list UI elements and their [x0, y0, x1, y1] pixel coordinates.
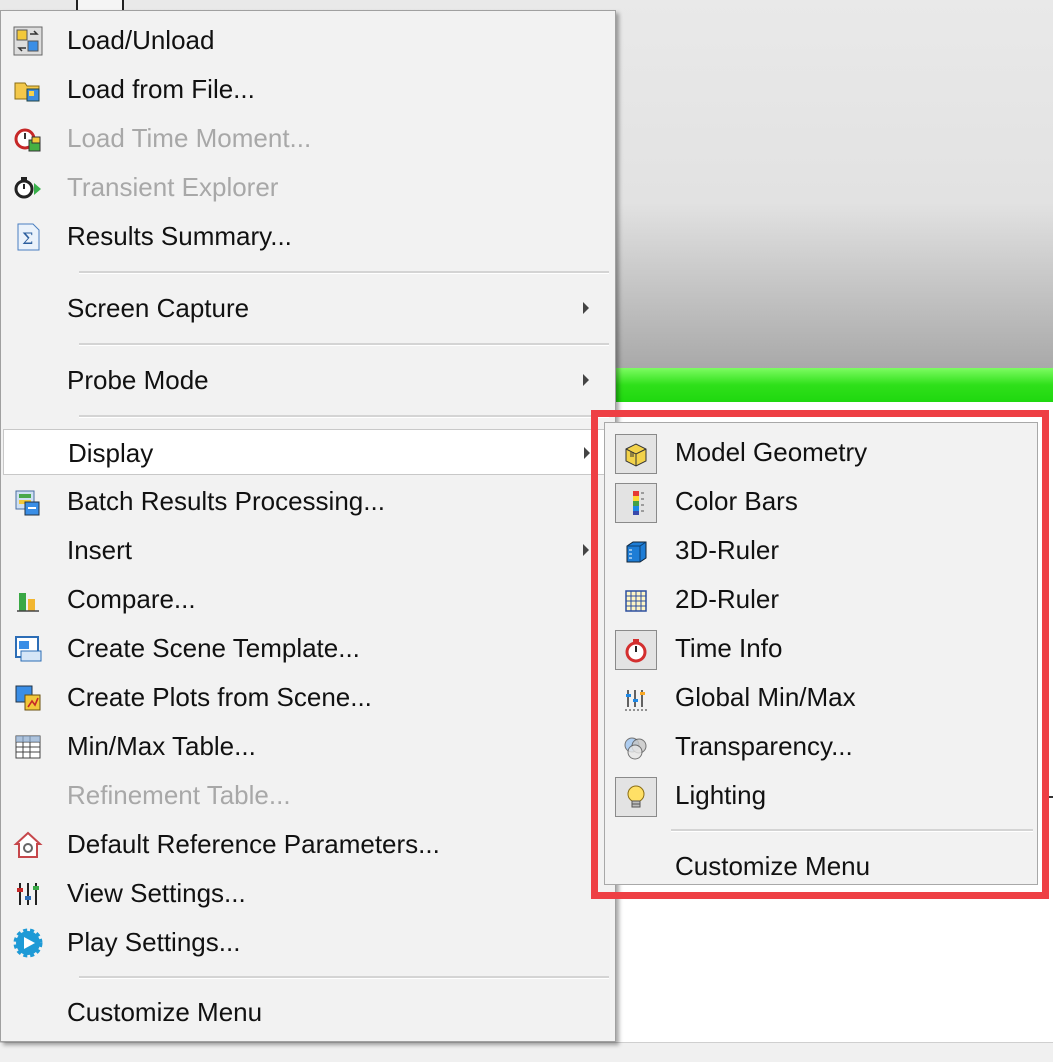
menu-item-min-max-table[interactable]: Min/Max Table...: [3, 723, 611, 769]
menu-item-probe-mode[interactable]: Probe Mode: [3, 357, 611, 403]
menu-item-label: Screen Capture: [67, 293, 250, 323]
submenu-arrow-icon: [583, 544, 589, 556]
color-bars-icon: [615, 483, 657, 523]
menu-item-label: Play Settings...: [67, 927, 241, 957]
menu-item-screen-capture[interactable]: Screen Capture: [3, 285, 611, 331]
submenu-item-label: Global Min/Max: [675, 682, 856, 712]
submenu-item-label: 2D-Ruler: [675, 584, 780, 614]
menu-separator: [79, 343, 609, 346]
submenu-item-label: Transparency...: [675, 731, 853, 761]
plots-from-scene-icon: [13, 683, 43, 713]
menu-item-label: Load Time Moment...: [67, 123, 312, 153]
submenu-item-transparency[interactable]: Transparency...: [605, 723, 1037, 769]
menu-item-label: Default Reference Parameters...: [67, 829, 440, 859]
menu-item-play-settings[interactable]: Play Settings...: [3, 919, 611, 965]
submenu-item-label: Lighting: [675, 780, 767, 810]
transient-explorer-icon: [13, 173, 43, 203]
submenu-separator: [671, 829, 1033, 832]
submenu-item-3d-ruler[interactable]: 3D-Ruler: [605, 527, 1037, 573]
submenu-item-label: Time Info: [675, 633, 783, 663]
menu-separator: [79, 415, 609, 418]
menu-item-label: Load/Unload: [67, 25, 215, 55]
menu-item-load-time-moment[interactable]: Load Time Moment...: [3, 115, 611, 161]
menu-item-view-settings[interactable]: View Settings...: [3, 870, 611, 916]
transparency-icon: [615, 728, 657, 768]
sliders-icon: [13, 879, 43, 909]
stopwatch-icon: [615, 630, 657, 670]
table-icon: [13, 732, 43, 762]
menu-item-label: Results Summary...: [67, 221, 292, 251]
menu-item-label: Batch Results Processing...: [67, 486, 385, 516]
menu-item-label: View Settings...: [67, 878, 246, 908]
edge-tick: [1048, 796, 1053, 798]
menu-item-label: Min/Max Table...: [67, 731, 256, 761]
menu-item-label: Display: [68, 438, 154, 468]
submenu-item-label: 3D-Ruler: [675, 535, 780, 565]
min-max-icon: [615, 679, 657, 719]
sigma-icon: Σ: [13, 222, 43, 252]
app-bottom-edge: [0, 1042, 1053, 1062]
house-icon: [13, 830, 43, 860]
submenu-item-color-bars[interactable]: Color Bars: [605, 478, 1037, 524]
submenu-item-label: Model Geometry: [675, 437, 868, 467]
submenu-arrow-icon: [583, 374, 589, 386]
time-moment-icon: [13, 124, 43, 154]
menu-item-label: Transient Explorer: [67, 172, 279, 202]
menu-item-label: Insert: [67, 535, 133, 565]
svg-text:Σ: Σ: [22, 229, 33, 248]
menu-item-results-summary[interactable]: Σ Results Summary...: [3, 213, 611, 259]
menu-item-label: Compare...: [67, 584, 196, 614]
compare-icon: [13, 585, 43, 615]
submenu-item-global-min-max[interactable]: Global Min/Max: [605, 674, 1037, 720]
menu-item-create-plots-from-scene[interactable]: Create Plots from Scene...: [3, 674, 611, 720]
menu-item-label: Customize Menu: [67, 997, 263, 1027]
menu-item-load-unload[interactable]: Load/Unload: [3, 17, 611, 63]
batch-processing-icon: [13, 487, 43, 517]
2d-ruler-icon: [615, 581, 657, 621]
play-gear-icon: [13, 928, 43, 958]
submenu-item-time-info[interactable]: Time Info: [605, 625, 1037, 671]
lightbulb-icon: [615, 777, 657, 817]
submenu-item-label: Color Bars: [675, 486, 798, 516]
menu-item-load-from-file[interactable]: Load from File...: [3, 66, 611, 112]
menu-item-insert[interactable]: Insert: [3, 527, 611, 573]
display-submenu: Model Geometry Color Bars 3D-Ruler 2D-Ru…: [604, 422, 1038, 885]
load-unload-icon: [13, 26, 43, 56]
menu-item-transient-explorer[interactable]: Transient Explorer: [3, 164, 611, 210]
scene-template-icon: [13, 634, 43, 664]
menu-item-label: Create Plots from Scene...: [67, 682, 372, 712]
menu-item-create-scene-template[interactable]: Create Scene Template...: [3, 625, 611, 671]
menu-item-display[interactable]: Display: [3, 429, 611, 475]
menu-item-refinement-table[interactable]: Refinement Table...: [3, 772, 611, 818]
menu-item-batch-results-processing[interactable]: Batch Results Processing...: [3, 478, 611, 524]
context-menu: Load/Unload Load from File... Load Time …: [0, 10, 616, 1042]
submenu-item-2d-ruler[interactable]: 2D-Ruler: [605, 576, 1037, 622]
submenu-item-label: Customize Menu: [675, 851, 871, 881]
submenu-item-model-geometry[interactable]: Model Geometry: [605, 429, 1037, 475]
menu-item-label: Refinement Table...: [67, 780, 291, 810]
menu-item-label: Probe Mode: [67, 365, 209, 395]
menu-item-label: Create Scene Template...: [67, 633, 360, 663]
progress-bar-green: [600, 368, 1053, 402]
submenu-arrow-icon: [584, 447, 590, 459]
model-geometry-icon: [615, 434, 657, 474]
load-file-icon: [13, 75, 43, 105]
3d-ruler-icon: [615, 532, 657, 572]
submenu-item-customize-menu[interactable]: Customize Menu: [605, 843, 1037, 889]
menu-item-label: Load from File...: [67, 74, 255, 104]
menu-item-customize-menu[interactable]: Customize Menu: [3, 989, 611, 1035]
menu-item-compare[interactable]: Compare...: [3, 576, 611, 622]
menu-item-default-reference-parameters[interactable]: Default Reference Parameters...: [3, 821, 611, 867]
menu-separator: [79, 271, 609, 274]
menu-separator: [79, 976, 609, 979]
submenu-arrow-icon: [583, 302, 589, 314]
submenu-item-lighting[interactable]: Lighting: [605, 772, 1037, 818]
